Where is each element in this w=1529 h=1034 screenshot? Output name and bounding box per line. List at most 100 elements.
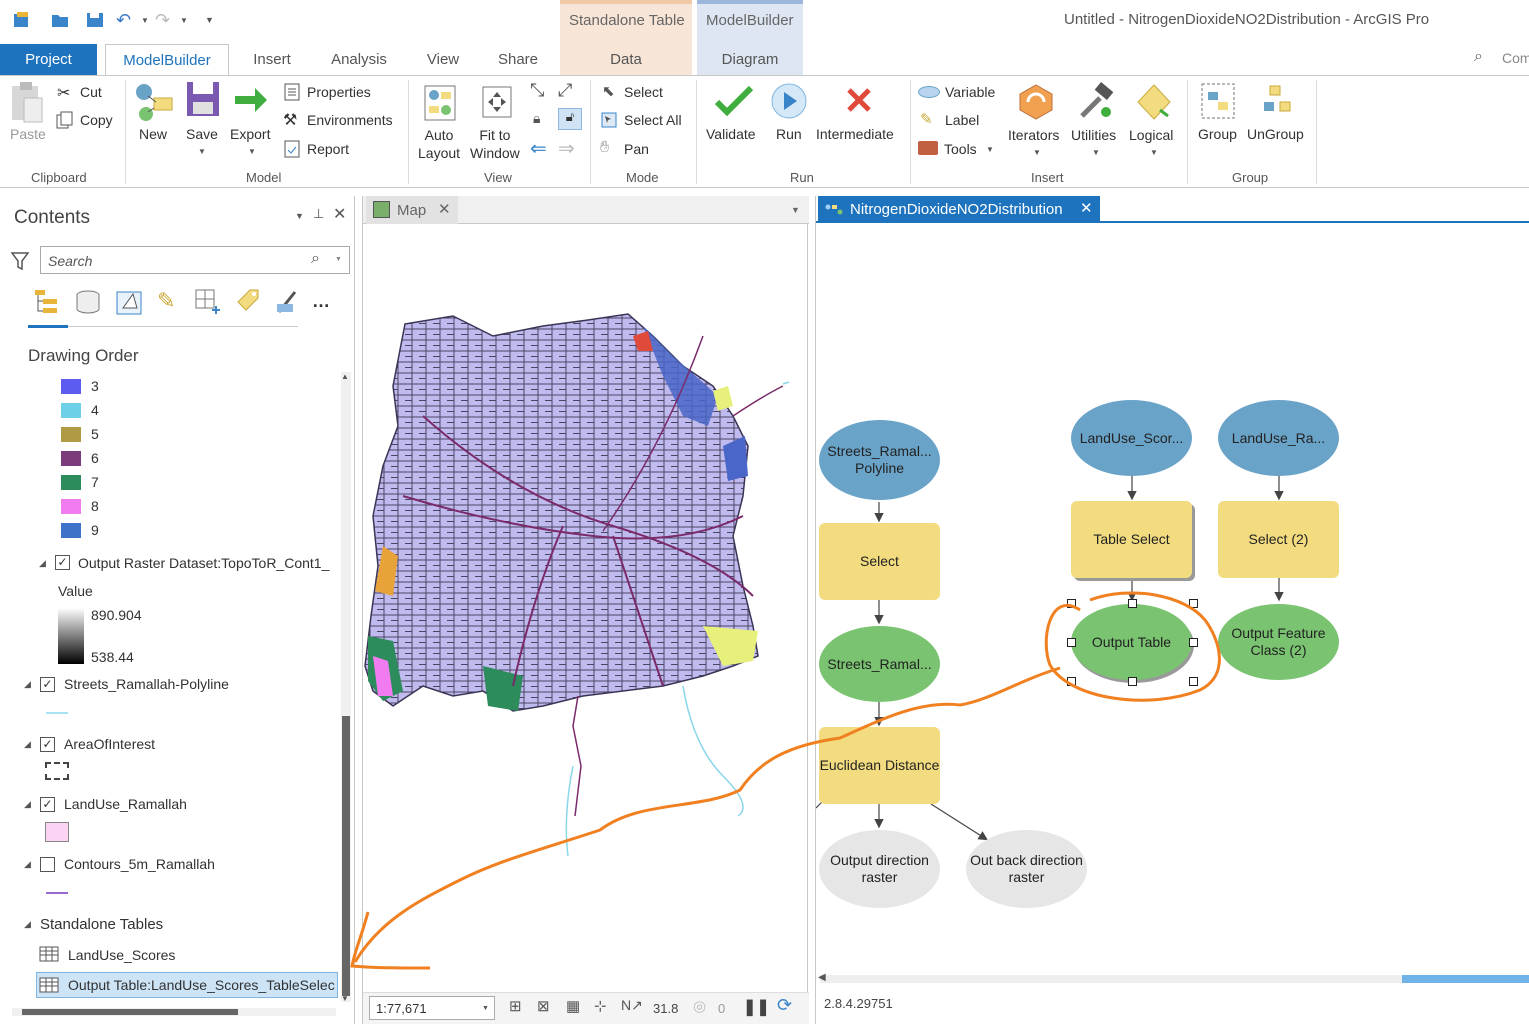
export-icon[interactable]	[233, 84, 269, 116]
copy-button[interactable]: Copy	[80, 112, 113, 128]
layer-label[interactable]: AreaOfInterest	[64, 736, 155, 752]
selection-handle[interactable]	[1067, 677, 1076, 686]
fixed-zoom-icon[interactable]: ⊞	[509, 997, 522, 1015]
previous-extent-icon[interactable]: ⇐	[530, 136, 547, 161]
more-icon[interactable]: …	[312, 291, 330, 312]
legend-swatch[interactable]	[61, 475, 81, 490]
undo-dropdown-icon[interactable]: ▼	[141, 16, 149, 25]
modelbuilder-diagram[interactable]: NitrogenDioxideNO2Distribution ✕ Streets…	[815, 196, 1529, 1024]
label-button[interactable]: Label	[945, 112, 979, 128]
output-direction-raster-node[interactable]: Output direction raster	[819, 830, 940, 908]
select-button[interactable]: Select	[624, 84, 663, 100]
list-by-labeling-icon[interactable]	[234, 288, 262, 316]
map-view[interactable]: Map ✕ ▼ 1:77,671 ▼ ⊞ ⊠ ▦ ⊹ N↗ 31.8 ◎ 0 ❚…	[362, 196, 809, 1024]
legend-swatch[interactable]	[61, 427, 81, 442]
group-icon[interactable]	[1200, 82, 1236, 120]
fit-to-window-icon[interactable]	[480, 84, 514, 120]
tools-dropdown-icon[interactable]: ▼	[986, 145, 994, 154]
selection-handle[interactable]	[1128, 599, 1137, 608]
grid-icon[interactable]: ▦	[566, 997, 580, 1015]
legend-swatch[interactable]	[61, 523, 81, 538]
expand-icon[interactable]: ◢	[24, 859, 31, 870]
landuse-scores-input-node[interactable]: LandUse_Scor...	[1071, 400, 1192, 476]
expand-icon[interactable]: ◢	[39, 558, 46, 569]
list-by-selection-icon[interactable]	[115, 288, 143, 316]
legend-swatch[interactable]	[61, 403, 81, 418]
pane-options-icon[interactable]: ▼	[295, 211, 304, 221]
export-button[interactable]: Export	[230, 126, 270, 142]
layer-label[interactable]: Streets_Ramallah-Polyline	[64, 676, 229, 692]
new-project-icon[interactable]	[12, 10, 32, 30]
list-by-drawing-order-icon[interactable]	[33, 286, 63, 316]
pause-drawing-icon[interactable]: ❚❚	[743, 997, 770, 1017]
customize-qat-icon[interactable]: ▼	[205, 15, 214, 25]
search-options-icon[interactable]: ▼	[335, 256, 342, 263]
new-model-button[interactable]: New	[139, 126, 167, 142]
scroll-up-icon[interactable]: ▲	[341, 372, 349, 381]
pan-button[interactable]: Pan	[624, 141, 649, 157]
search-icon[interactable]: ⌕	[1474, 48, 1483, 66]
list-by-perspective-imagery-icon[interactable]	[273, 288, 301, 316]
layer-visibility-checkbox[interactable]	[40, 857, 55, 872]
scroll-down-icon[interactable]: ▼	[341, 994, 349, 1003]
legend-swatch[interactable]	[61, 379, 81, 394]
save-model-icon[interactable]	[185, 80, 221, 120]
streets-input-node[interactable]: Streets_Ramal... Polyline	[819, 420, 940, 500]
north-arrow-icon[interactable]: N↗	[621, 997, 643, 1014]
map-scale-select[interactable]: 1:77,671 ▼	[369, 996, 495, 1020]
logical-dropdown-icon[interactable]: ▼	[1150, 148, 1158, 157]
selection-handle[interactable]	[1067, 638, 1076, 647]
intermediate-icon[interactable]	[845, 86, 873, 114]
selection-handle[interactable]	[1128, 677, 1137, 686]
zoom-out-icon[interactable]: ⤢	[558, 80, 572, 101]
scale-dropdown-icon[interactable]: ▼	[482, 1005, 489, 1012]
output-feature-class-2-node[interactable]: Output Feature Class (2)	[1218, 604, 1339, 680]
environments-button[interactable]: Environments	[307, 112, 393, 128]
table-item[interactable]: LandUse_Scores	[68, 947, 175, 963]
properties-button[interactable]: Properties	[307, 84, 371, 100]
streets-output-node[interactable]: Streets_Ramal...	[819, 626, 940, 702]
run-icon[interactable]	[770, 82, 808, 120]
tab-analysis[interactable]: Analysis	[318, 44, 400, 75]
ramallah-map[interactable]	[363, 296, 809, 936]
intermediate-button[interactable]: Intermediate	[816, 126, 894, 142]
close-pane-icon[interactable]: ✕	[333, 204, 346, 224]
ungroup-button[interactable]: UnGroup	[1247, 126, 1304, 142]
tab-project[interactable]: Project	[0, 44, 97, 75]
diagram-scrollbar-thumb[interactable]	[1402, 975, 1529, 983]
tab-share[interactable]: Share	[486, 44, 550, 75]
euclidean-distance-tool-node[interactable]: Euclidean Distance	[819, 727, 940, 804]
select-tool-node[interactable]: Select	[819, 523, 940, 600]
table-select-tool-node[interactable]: Table Select	[1071, 501, 1192, 578]
layer-visibility-checkbox[interactable]: ✓	[40, 797, 55, 812]
fit-to-window-button[interactable]: Fit to Window	[470, 126, 520, 162]
tab-diagram[interactable]: Diagram	[697, 44, 803, 75]
table-item[interactable]: Output Table:LandUse_Scores_TableSelec	[68, 977, 336, 993]
validate-button[interactable]: Validate	[706, 126, 756, 142]
group-button[interactable]: Group	[1198, 126, 1237, 142]
legend-swatch[interactable]	[61, 499, 81, 514]
legend-swatch[interactable]	[61, 451, 81, 466]
selection-handle[interactable]	[1067, 599, 1076, 608]
logical-icon[interactable]	[1134, 82, 1174, 122]
scrollbar-thumb[interactable]	[342, 716, 350, 996]
tools-button[interactable]: Tools	[944, 141, 977, 157]
unlock-icon[interactable]: 🔓︎	[558, 108, 582, 130]
tab-view[interactable]: View	[412, 44, 474, 75]
export-dropdown-icon[interactable]: ▼	[248, 147, 256, 156]
save-model-button[interactable]: Save	[186, 126, 218, 142]
auto-layout-button[interactable]: Auto Layout	[418, 126, 460, 162]
layer-visibility-checkbox[interactable]: ✓	[40, 677, 55, 692]
list-by-snapping-icon[interactable]	[194, 288, 224, 316]
validate-icon[interactable]	[714, 84, 754, 118]
redo-dropdown-icon[interactable]: ▼	[180, 16, 188, 25]
fixed-extent-icon[interactable]: ⊠	[537, 997, 550, 1015]
scroll-left-icon[interactable]: ◀	[818, 972, 826, 983]
layer-visibility-checkbox[interactable]: ✓	[55, 555, 70, 570]
expand-icon[interactable]: ◢	[24, 799, 31, 810]
horizontal-scrollbar-thumb[interactable]	[22, 1009, 238, 1015]
select2-tool-node[interactable]: Select (2)	[1218, 501, 1339, 578]
list-by-editing-icon[interactable]: ✎	[157, 288, 175, 314]
lock-icon[interactable]: 🔒︎	[533, 110, 540, 127]
expand-icon[interactable]: ◢	[24, 919, 31, 930]
